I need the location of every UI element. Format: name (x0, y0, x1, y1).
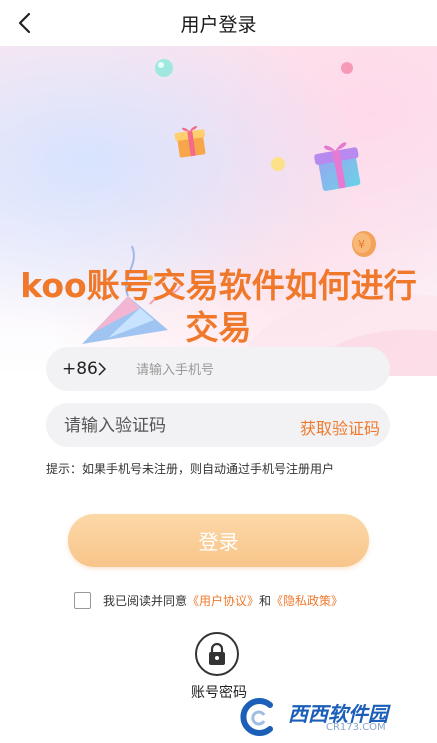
svg-text:¥: ¥ (358, 238, 365, 251)
password-login-button[interactable]: 账号密码 (183, 632, 255, 702)
country-code-selector[interactable]: +86 (62, 359, 98, 379)
login-button[interactable]: 登录 (68, 514, 369, 567)
code-field-row: 获取验证码 (46, 403, 390, 447)
chevron-right-icon (98, 362, 106, 376)
agreement-prefix: 我已阅读并同意 (103, 593, 188, 608)
page-title: 用户登录 (180, 14, 257, 36)
privacy-policy-link[interactable]: 《隐私政策》 (271, 592, 343, 609)
user-agreement-link[interactable]: 《用户协议》 (187, 592, 259, 609)
agreement-and: 和 (259, 593, 272, 608)
phone-input[interactable] (134, 355, 378, 385)
coin-icon: ¥ (352, 231, 376, 257)
register-hint: 提示：如果手机号未注册，则自动通过手机号注册用户 (46, 462, 335, 476)
agreement-row: 我已阅读并同意 《用户协议》 和 《隐私政策》 (74, 590, 343, 610)
gift-icon (314, 142, 361, 191)
site-watermark: 西西软件园 CR173.COM (240, 695, 430, 739)
watermark-url: CR173.COM (326, 722, 386, 733)
verification-code-input[interactable] (62, 411, 276, 441)
agreement-checkbox[interactable] (74, 591, 91, 609)
overlay-caption-line1: koo账号交易软件如何进行 (20, 266, 417, 305)
lock-icon (195, 632, 239, 676)
watermark-logo-icon (240, 698, 273, 736)
top-bar: 用户登录 (0, 0, 437, 46)
phone-field-row: +86 (46, 347, 390, 391)
overlay-caption-line2: 交易 (185, 308, 252, 347)
gift-icon (174, 125, 206, 158)
get-code-button[interactable]: 获取验证码 (300, 415, 380, 439)
